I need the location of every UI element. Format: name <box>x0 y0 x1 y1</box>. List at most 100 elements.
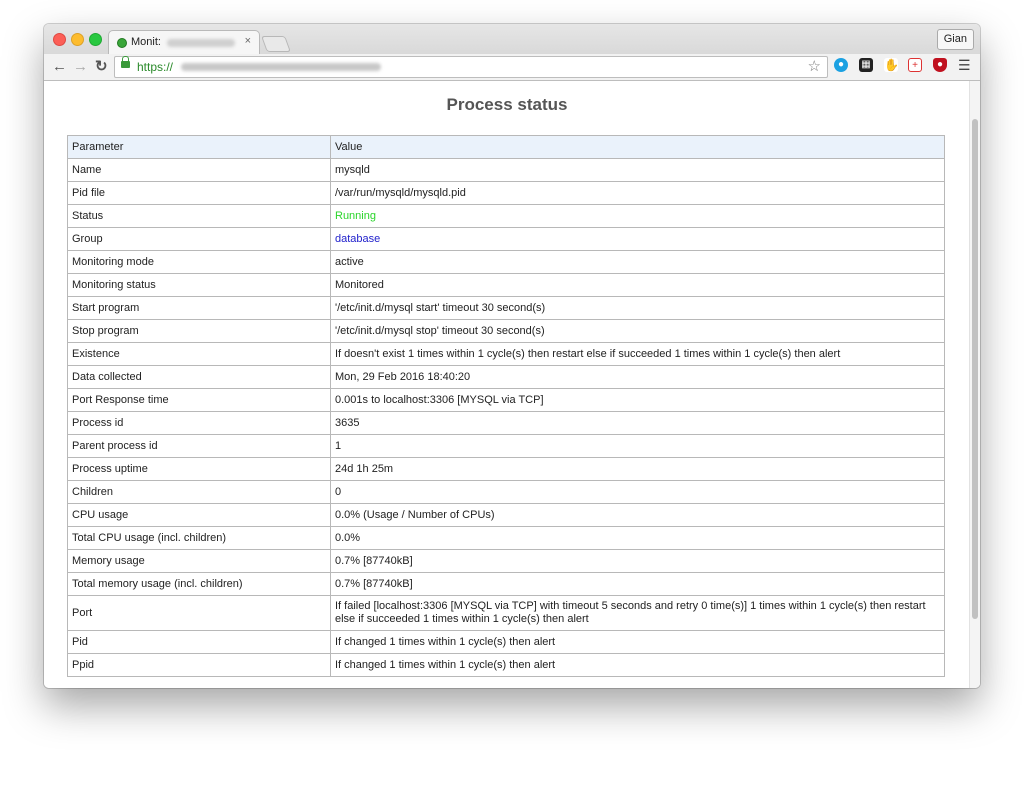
parameter-cell: Children <box>67 480 331 504</box>
parameter-cell: Name <box>67 158 331 182</box>
browser-tab[interactable]: Monit: × <box>108 30 260 55</box>
parameter-cell: CPU usage <box>67 503 331 527</box>
address-bar[interactable]: https:// ☆ <box>114 56 828 78</box>
parameter-cell: Ppid <box>67 653 331 677</box>
parameter-cell: Group <box>67 227 331 251</box>
table-row: Monitoring status Monitored <box>67 273 945 297</box>
tab-strip: Monit: × Gian <box>44 24 980 55</box>
table-row: Children 0 <box>67 480 945 504</box>
table-row: Start program '/etc/init.d/mysql start' t… <box>67 296 945 320</box>
back-arrow-icon[interactable]: ← <box>52 57 67 77</box>
table-row: Process uptime 24d 1h 25m <box>67 457 945 481</box>
value-cell: Mon, 29 Feb 2016 18:40:20 <box>330 365 945 389</box>
parameter-cell: Port Response time <box>67 388 331 412</box>
zoom-window-button[interactable] <box>89 33 102 46</box>
share-extension-icon[interactable]: ● <box>834 58 848 72</box>
table-row: Status Running <box>67 204 945 228</box>
value-cell: 0.0% <box>330 526 945 550</box>
value-cell: 0.7% [87740kB] <box>330 549 945 573</box>
table-row: Parent process id 1 <box>67 434 945 458</box>
parameter-cell: Parent process id <box>67 434 331 458</box>
profile-button[interactable]: Gian <box>936 29 974 50</box>
hand-extension-icon[interactable]: ✋ <box>884 58 899 72</box>
ublock-shield-icon[interactable]: ● <box>933 58 947 72</box>
parameter-cell: Process uptime <box>67 457 331 481</box>
status-value: Running <box>330 204 945 228</box>
parameter-cell: Process id <box>67 411 331 435</box>
value-cell: If changed 1 times within 1 cycle(s) the… <box>330 630 945 654</box>
page-viewport: Process status Parameter Value Name mysql… <box>44 81 980 688</box>
new-tab-button[interactable] <box>261 36 291 52</box>
value-cell: 1 <box>330 434 945 458</box>
parameter-cell: Monitoring status <box>67 273 331 297</box>
value-cell: /var/run/mysqld/mysqld.pid <box>330 181 945 205</box>
value-cell: 24d 1h 25m <box>330 457 945 481</box>
table-row: Total CPU usage (incl. children) 0.0% <box>67 526 945 550</box>
value-cell: active <box>330 250 945 274</box>
column-header-value: Value <box>330 135 945 159</box>
table-row: Port If failed [localhost:3306 [MYSQL via… <box>67 595 945 631</box>
table-row: Data collected Mon, 29 Feb 2016 18:40:20 <box>67 365 945 389</box>
table-row: Pid If changed 1 times within 1 cycle(s) … <box>67 630 945 654</box>
parameter-cell: Data collected <box>67 365 331 389</box>
vertical-scrollbar[interactable] <box>969 81 980 688</box>
parameter-cell: Start program <box>67 296 331 320</box>
value-cell: If doesn't exist 1 times within 1 cycle(… <box>330 342 945 366</box>
parameter-cell: Existence <box>67 342 331 366</box>
table-row: Name mysqld <box>67 158 945 182</box>
tab-close-icon[interactable]: × <box>245 35 251 47</box>
reload-icon[interactable]: ↻ <box>95 57 108 77</box>
value-cell: '/etc/init.d/mysql start' timeout 30 sec… <box>330 296 945 320</box>
parameter-cell: Port <box>67 595 331 631</box>
table-row: Group database <box>67 227 945 251</box>
table-header-row: Parameter Value <box>67 135 945 159</box>
value-cell: If changed 1 times within 1 cycle(s) the… <box>330 653 945 677</box>
page-title: Process status <box>446 95 568 114</box>
parameter-cell: Pid <box>67 630 331 654</box>
url-redacted <box>181 63 381 71</box>
process-status-table: Parameter Value Name mysqld Pid file/var/r… <box>67 135 945 677</box>
minimize-window-button[interactable] <box>71 33 84 46</box>
parameter-cell: Memory usage <box>67 549 331 573</box>
value-cell: 0.7% [87740kB] <box>330 572 945 596</box>
table-row: Port Response time 0.001s to localhost:33… <box>67 388 945 412</box>
cross-extension-icon[interactable]: + <box>908 58 922 72</box>
tab-title: Monit: <box>131 36 161 48</box>
monit-favicon-icon <box>117 38 127 48</box>
scrollbar-thumb[interactable] <box>972 119 978 619</box>
reader-extension-icon[interactable]: ▦ <box>859 58 873 72</box>
column-header-parameter: Parameter <box>67 135 331 159</box>
value-cell: 0.0% (Usage / Number of CPUs) <box>330 503 945 527</box>
value-cell: '/etc/init.d/mysql stop' timeout 30 seco… <box>330 319 945 343</box>
table-row: Memory usage 0.7% [87740kB] <box>67 549 945 573</box>
table-row: Existence If doesn't exist 1 times within… <box>67 342 945 366</box>
browser-toolbar: ← → ↻ https:// ☆ ● ▦ ✋ + ● ☰ <box>44 54 980 81</box>
parameter-cell: Total CPU usage (incl. children) <box>67 526 331 550</box>
value-cell: If failed [localhost:3306 [MYSQL via TCP… <box>330 595 945 631</box>
value-cell: 3635 <box>330 411 945 435</box>
table-row: Monitoring mode active <box>67 250 945 274</box>
value-cell: 0.001s to localhost:3306 [MYSQL via TCP] <box>330 388 945 412</box>
parameter-cell: Total memory usage (incl. children) <box>67 572 331 596</box>
table-row: Stop program '/etc/init.d/mysql stop' tim… <box>67 319 945 343</box>
tab-title-redacted <box>167 39 235 47</box>
value-cell: Monitored <box>330 273 945 297</box>
table-row: CPU usage 0.0% (Usage / Number of CPUs) <box>67 503 945 527</box>
parameter-cell: Monitoring mode <box>67 250 331 274</box>
value-cell: 0 <box>330 480 945 504</box>
table-row: Process id 3635 <box>67 411 945 435</box>
hamburger-menu-icon[interactable]: ☰ <box>958 57 971 74</box>
forward-arrow-icon[interactable]: → <box>73 57 88 77</box>
table-row: Ppid If changed 1 times within 1 cycle(s)… <box>67 653 945 677</box>
table-row: Total memory usage (incl. children) 0.7% … <box>67 572 945 596</box>
lock-icon <box>121 56 130 68</box>
parameter-cell: Status <box>67 204 331 228</box>
group-link[interactable]: database <box>330 227 945 251</box>
parameter-cell: Pid file <box>67 181 331 205</box>
parameter-cell: Stop program <box>67 319 331 343</box>
value-cell: mysqld <box>330 158 945 182</box>
browser-window: Monit: × Gian ← → ↻ https:// ☆ ● ▦ ✋ + ●… <box>44 24 980 688</box>
table-row: Pid file/var/run/mysqld/mysqld.pid <box>67 181 945 205</box>
close-window-button[interactable] <box>53 33 66 46</box>
star-icon[interactable]: ☆ <box>808 57 821 75</box>
